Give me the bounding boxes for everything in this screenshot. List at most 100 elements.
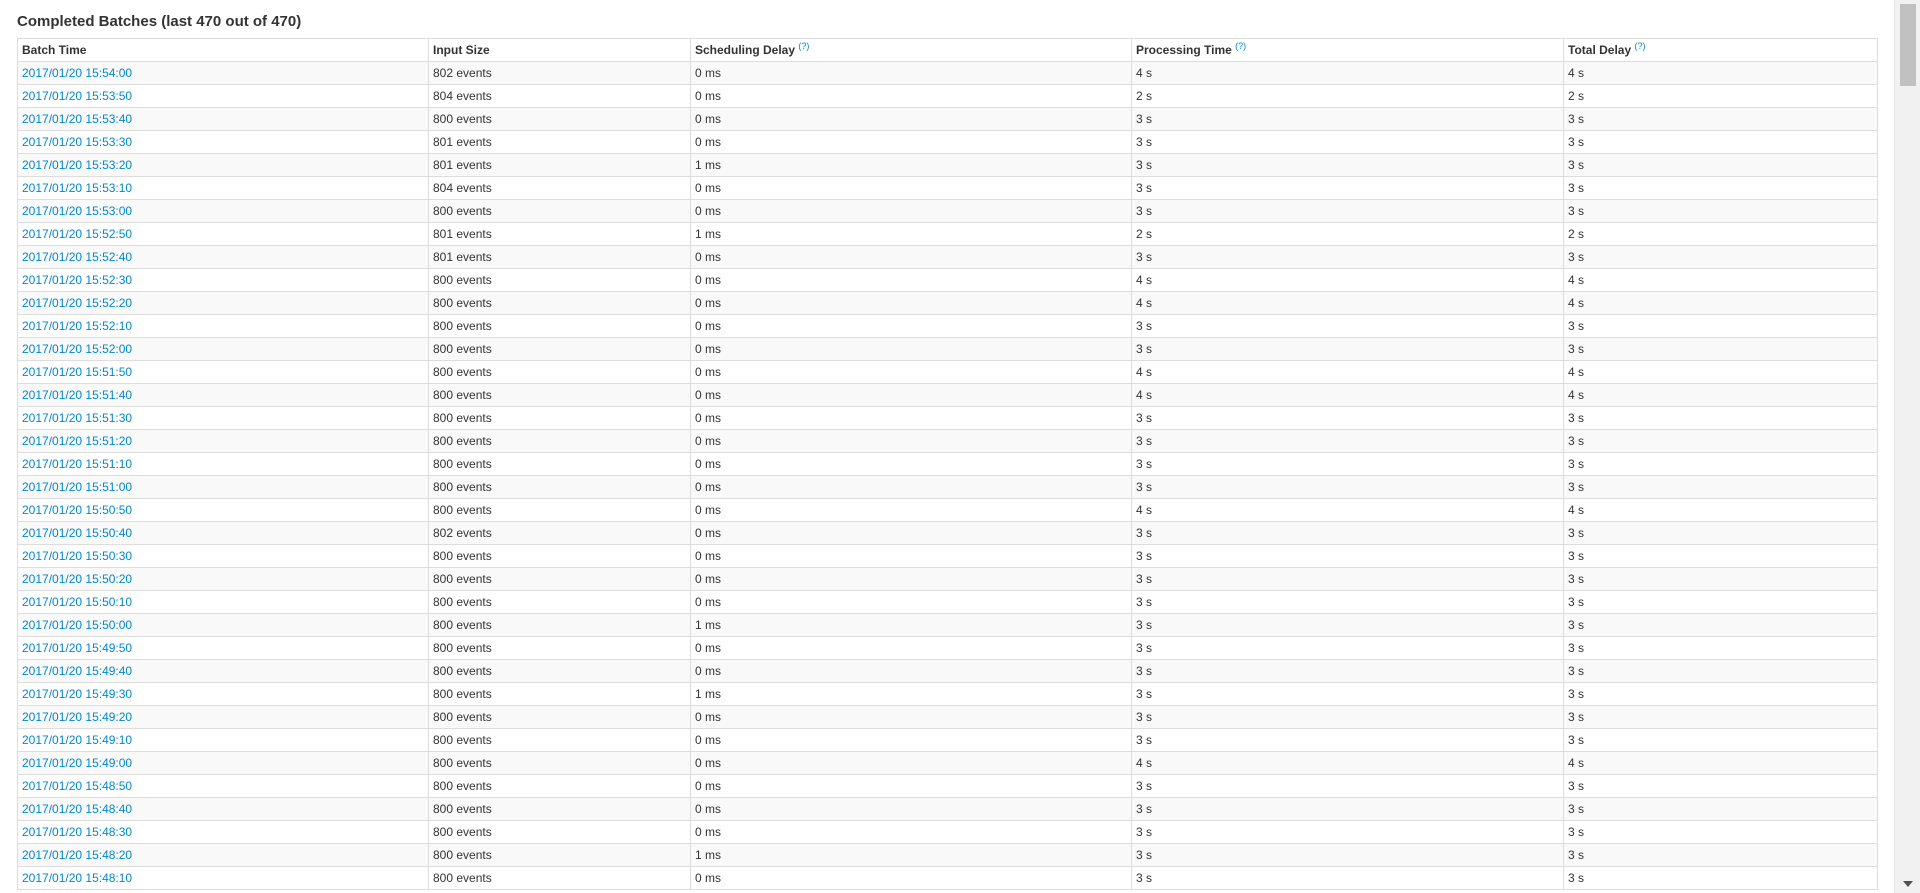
batch-time-link[interactable]: 2017/01/20 15:51:50	[22, 365, 132, 379]
table-row: 2017/01/20 15:50:40 802 events 0 ms 3 s3 s	[17, 521, 1878, 545]
batch-time-cell: 2017/01/20 15:51:00	[17, 475, 429, 499]
batch-time-link[interactable]: 2017/01/20 15:54:00	[22, 66, 132, 80]
help-tooltip-icon[interactable]: (?)	[1235, 41, 1246, 51]
scheduling-delay-cell: 0 ms	[690, 590, 1132, 614]
batch-time-link[interactable]: 2017/01/20 15:51:40	[22, 388, 132, 402]
processing-time-cell: 2 s	[1131, 222, 1564, 246]
batch-time-link[interactable]: 2017/01/20 15:53:40	[22, 112, 132, 126]
input-size-cell: 801 events	[428, 130, 691, 154]
column-header-label: Total Delay	[1568, 43, 1632, 57]
processing-time-cell: 3 s	[1131, 452, 1564, 476]
batch-time-link[interactable]: 2017/01/20 15:52:50	[22, 227, 132, 241]
column-header-processing-time[interactable]: Processing Time (?)	[1131, 38, 1564, 62]
batch-time-link[interactable]: 2017/01/20 15:50:50	[22, 503, 132, 517]
input-size-cell: 801 events	[428, 245, 691, 269]
batch-time-link[interactable]: 2017/01/20 15:50:20	[22, 572, 132, 586]
batch-time-link[interactable]: 2017/01/20 15:49:40	[22, 664, 132, 678]
batch-time-link[interactable]: 2017/01/20 15:48:50	[22, 779, 132, 793]
total-delay-cell: 4 s	[1563, 498, 1878, 522]
batch-time-cell: 2017/01/20 15:49:20	[17, 705, 429, 729]
batch-time-link[interactable]: 2017/01/20 15:52:10	[22, 319, 132, 333]
processing-time-cell: 3 s	[1131, 176, 1564, 200]
batch-time-link[interactable]: 2017/01/20 15:48:10	[22, 871, 132, 885]
completed-batches-table: Batch Time Input Size Scheduling Delay (…	[17, 38, 1878, 890]
total-delay-cell: 3 s	[1563, 429, 1878, 453]
scheduling-delay-cell: 0 ms	[690, 544, 1132, 568]
column-header-batch-time[interactable]: Batch Time	[17, 38, 429, 62]
batch-time-link[interactable]: 2017/01/20 15:51:10	[22, 457, 132, 471]
batch-time-link[interactable]: 2017/01/20 15:51:00	[22, 480, 132, 494]
batch-time-link[interactable]: 2017/01/20 15:50:30	[22, 549, 132, 563]
batch-time-link[interactable]: 2017/01/20 15:50:10	[22, 595, 132, 609]
table-header-row: Batch Time Input Size Scheduling Delay (…	[17, 38, 1878, 62]
batch-time-cell: 2017/01/20 15:49:50	[17, 636, 429, 660]
column-header-total-delay[interactable]: Total Delay (?)	[1563, 38, 1878, 62]
table-row: 2017/01/20 15:53:10 804 events 0 ms 3 s3 s	[17, 176, 1878, 200]
batch-time-link[interactable]: 2017/01/20 15:52:40	[22, 250, 132, 264]
table-row: 2017/01/20 15:54:00 802 events 0 ms 4 s4 s	[17, 61, 1878, 85]
help-tooltip-icon[interactable]: (?)	[1634, 41, 1645, 51]
chevron-down-icon[interactable]	[1903, 881, 1913, 887]
total-delay-cell: 3 s	[1563, 613, 1878, 637]
batch-time-link[interactable]: 2017/01/20 15:52:30	[22, 273, 132, 287]
total-delay-cell: 3 s	[1563, 843, 1878, 867]
batch-time-link[interactable]: 2017/01/20 15:48:20	[22, 848, 132, 862]
input-size-cell: 800 events	[428, 475, 691, 499]
batch-time-link[interactable]: 2017/01/20 15:53:00	[22, 204, 132, 218]
input-size-cell: 800 events	[428, 199, 691, 223]
batch-time-cell: 2017/01/20 15:53:10	[17, 176, 429, 200]
input-size-cell: 800 events	[428, 774, 691, 798]
batch-time-link[interactable]: 2017/01/20 15:48:40	[22, 802, 132, 816]
processing-time-cell: 2 s	[1131, 84, 1564, 108]
batch-time-link[interactable]: 2017/01/20 15:53:20	[22, 158, 132, 172]
batch-time-link[interactable]: 2017/01/20 15:51:20	[22, 434, 132, 448]
completed-batches-table-wrap: Batch Time Input Size Scheduling Delay (…	[17, 38, 1878, 890]
section-title: Completed Batches (last 470 out of 470)	[17, 13, 302, 30]
batch-time-link[interactable]: 2017/01/20 15:48:30	[22, 825, 132, 839]
table-row: 2017/01/20 15:48:50 800 events 0 ms 3 s3 s	[17, 774, 1878, 798]
batch-time-cell: 2017/01/20 15:50:40	[17, 521, 429, 545]
batch-time-link[interactable]: 2017/01/20 15:49:10	[22, 733, 132, 747]
batch-time-link[interactable]: 2017/01/20 15:50:40	[22, 526, 132, 540]
total-delay-cell: 3 s	[1563, 820, 1878, 844]
column-header-scheduling-delay[interactable]: Scheduling Delay (?)	[690, 38, 1132, 62]
total-delay-cell: 4 s	[1563, 360, 1878, 384]
scrollbar-thumb[interactable]	[1900, 4, 1916, 86]
batch-time-link[interactable]: 2017/01/20 15:49:50	[22, 641, 132, 655]
processing-time-cell: 3 s	[1131, 567, 1564, 591]
table-row: 2017/01/20 15:52:40 801 events 0 ms 3 s3 s	[17, 245, 1878, 269]
input-size-cell: 802 events	[428, 61, 691, 85]
total-delay-cell: 3 s	[1563, 774, 1878, 798]
batch-time-link[interactable]: 2017/01/20 15:53:50	[22, 89, 132, 103]
batch-time-link[interactable]: 2017/01/20 15:51:30	[22, 411, 132, 425]
processing-time-cell: 4 s	[1131, 498, 1564, 522]
table-row: 2017/01/20 15:50:30 800 events 0 ms 3 s3 s	[17, 544, 1878, 568]
vertical-scrollbar[interactable]	[1894, 0, 1920, 893]
input-size-cell: 800 events	[428, 452, 691, 476]
batch-time-link[interactable]: 2017/01/20 15:52:00	[22, 342, 132, 356]
batch-time-cell: 2017/01/20 15:53:40	[17, 107, 429, 131]
input-size-cell: 800 events	[428, 268, 691, 292]
processing-time-cell: 3 s	[1131, 475, 1564, 499]
scheduling-delay-cell: 0 ms	[690, 636, 1132, 660]
scheduling-delay-cell: 0 ms	[690, 199, 1132, 223]
batch-time-link[interactable]: 2017/01/20 15:53:30	[22, 135, 132, 149]
batch-time-link[interactable]: 2017/01/20 15:53:10	[22, 181, 132, 195]
total-delay-cell: 3 s	[1563, 728, 1878, 752]
table-row: 2017/01/20 15:49:40 800 events 0 ms 3 s3 s	[17, 659, 1878, 683]
batch-time-link[interactable]: 2017/01/20 15:52:20	[22, 296, 132, 310]
batch-time-link[interactable]: 2017/01/20 15:49:00	[22, 756, 132, 770]
help-tooltip-icon[interactable]: (?)	[798, 41, 809, 51]
total-delay-cell: 3 s	[1563, 682, 1878, 706]
processing-time-cell: 3 s	[1131, 130, 1564, 154]
scheduling-delay-cell: 0 ms	[690, 61, 1132, 85]
column-header-input-size[interactable]: Input Size	[428, 38, 691, 62]
batch-time-link[interactable]: 2017/01/20 15:49:30	[22, 687, 132, 701]
input-size-cell: 800 events	[428, 843, 691, 867]
table-row: 2017/01/20 15:49:20 800 events 0 ms 3 s3 s	[17, 705, 1878, 729]
input-size-cell: 800 events	[428, 567, 691, 591]
batch-time-link[interactable]: 2017/01/20 15:49:20	[22, 710, 132, 724]
batch-time-cell: 2017/01/20 15:53:30	[17, 130, 429, 154]
batch-time-link[interactable]: 2017/01/20 15:50:00	[22, 618, 132, 632]
scheduling-delay-cell: 0 ms	[690, 245, 1132, 269]
